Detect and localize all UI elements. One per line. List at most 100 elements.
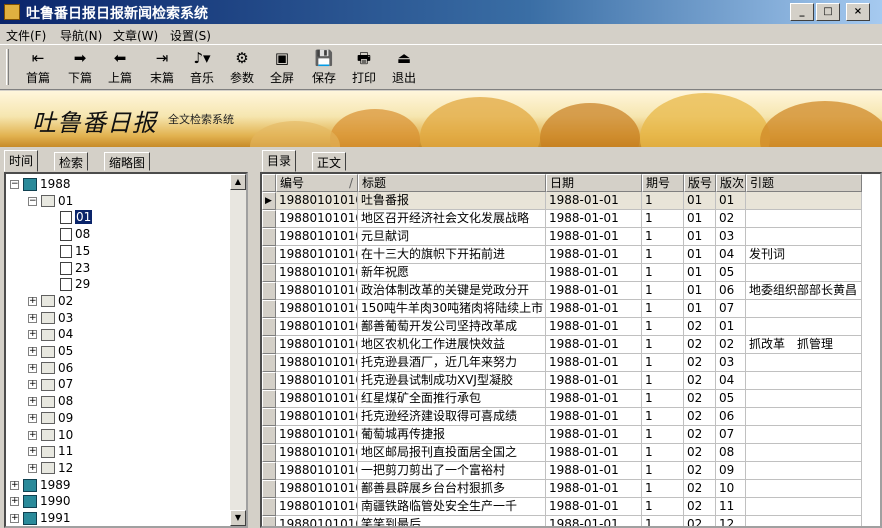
expand-icon[interactable]: + <box>28 447 37 457</box>
table-cell: 12 <box>716 516 746 526</box>
table-cell: 1 <box>642 192 684 210</box>
tree-node[interactable]: 29 <box>60 276 90 293</box>
scroll-down-button[interactable]: ▼ <box>230 510 246 526</box>
expand-icon[interactable]: + <box>28 313 37 323</box>
table-row[interactable]: 19880101010103元旦献词1988-01-0110103 <box>262 228 862 246</box>
tab-thumbnail[interactable]: 缩略图 <box>104 152 151 171</box>
table-row[interactable]: ▶19880101010101吐鲁番报1988-01-0110101 <box>262 192 862 210</box>
toolbar-grip[interactable] <box>6 49 9 85</box>
expand-icon[interactable]: + <box>28 330 37 340</box>
column-header[interactable]: 引题 <box>746 174 862 192</box>
table-row[interactable]: 19880101010205红星煤矿全面推行承包1988-01-0110205 <box>262 390 862 408</box>
tree-node[interactable]: +08 <box>28 393 73 410</box>
tree-node[interactable]: +02 <box>28 293 73 310</box>
expand-icon[interactable]: + <box>28 296 37 306</box>
tree-node[interactable]: +12 <box>28 460 73 477</box>
table-cell: 抓改革 抓管理 <box>746 336 862 354</box>
maximize-button[interactable]: □ <box>816 3 840 21</box>
tree-node[interactable]: 01 <box>60 209 93 226</box>
toolbar-label: 保存 <box>311 71 336 85</box>
table-row[interactable]: 19880101010106政治体制改革的关键是党政分开1988-01-0110… <box>262 282 862 300</box>
tree-node[interactable]: +10 <box>28 427 73 444</box>
tree-node[interactable]: +11 <box>28 443 73 460</box>
toolbar-button-0[interactable]: ⇤ 首篇 <box>18 47 58 89</box>
table-cell: 02 <box>684 390 716 408</box>
expand-icon[interactable]: + <box>28 413 37 423</box>
table-row[interactable]: 19880101010104在十三大的旗帜下开拓前进1988-01-011010… <box>262 246 862 264</box>
tree-node[interactable]: +1990 <box>10 493 71 510</box>
table-row[interactable]: 19880101010204托克逊县试制成功XVJ型凝胶1988-01-0110… <box>262 372 862 390</box>
tree-node[interactable]: +03 <box>28 310 73 327</box>
tree-node[interactable]: − 1988 <box>10 176 71 193</box>
column-header[interactable]: 日期 <box>546 174 642 192</box>
tab-contents[interactable]: 目录 <box>262 150 297 172</box>
expand-icon[interactable]: + <box>28 347 37 356</box>
table-cell: 03 <box>716 354 746 372</box>
table-row[interactable]: 19880101010210鄯善县辟展乡台台村狠抓多1988-01-011021… <box>262 480 862 498</box>
toolbar-button-2[interactable]: ⬅ 上篇 <box>100 47 140 89</box>
column-header[interactable]: 版号 <box>684 174 716 192</box>
table-row[interactable]: 19880101010208地区邮局报刊直投面居全国之1988-01-01102… <box>262 444 862 462</box>
table-row[interactable]: 19880101010209一把剪刀剪出了一个富裕村1988-01-011020… <box>262 462 862 480</box>
tree-node[interactable]: 08 <box>60 226 90 243</box>
expand-icon[interactable]: + <box>10 514 19 523</box>
tab-search[interactable]: 检索 <box>54 152 89 171</box>
table-row[interactable]: 19880101010107150吨牛羊肉30吨猪肉将陆续上市1988-01-0… <box>262 300 862 318</box>
tree-node[interactable]: +07 <box>28 376 73 393</box>
toolbar-button-6[interactable]: ▣ 全屏 <box>262 47 302 89</box>
tree-node[interactable]: 15 <box>60 243 90 260</box>
table-row[interactable]: 19880101010202地区农机化工作进展快效益1988-01-011020… <box>262 336 862 354</box>
title-bar: 吐鲁番日报日报新闻检索系统 _ □ × <box>0 0 882 24</box>
menu-settings[interactable]: 设置(S) <box>170 27 211 44</box>
table-row[interactable]: 19880101010201鄯善葡萄开发公司坚持改革成1988-01-01102… <box>262 318 862 336</box>
table-cell: 01 <box>684 264 716 282</box>
tree-node[interactable]: +1989 <box>10 477 71 494</box>
table-row[interactable]: 19880101010105新年祝愿1988-01-0110105 <box>262 264 862 282</box>
tree-node[interactable]: − 01 <box>28 193 73 210</box>
table-row[interactable]: 19880101010203托克逊县酒厂，近几年来努力1988-01-01102… <box>262 354 862 372</box>
collapse-icon[interactable]: − <box>28 196 37 206</box>
tree-scrollbar[interactable]: ▲ ▼ <box>230 174 246 526</box>
toolbar-button-4[interactable]: ♪▾ 音乐 <box>182 47 222 89</box>
expand-icon[interactable]: + <box>28 463 37 473</box>
toolbar-button-8[interactable]: 🖶 打印 <box>344 47 384 89</box>
expand-icon[interactable]: + <box>28 363 37 373</box>
tree-node[interactable]: +1991 <box>10 510 71 526</box>
expand-icon[interactable]: + <box>10 480 19 490</box>
collapse-icon[interactable]: − <box>10 180 19 189</box>
column-header[interactable]: 编号 / <box>276 174 358 192</box>
toolbar-button-5[interactable]: ⚙ 参数 <box>222 47 262 89</box>
column-header[interactable]: 标题 <box>358 174 546 192</box>
tree-node[interactable]: 23 <box>60 260 90 277</box>
tab-time[interactable]: 时间 <box>4 150 39 172</box>
table-row[interactable]: 19880101010207葡萄城再传捷报1988-01-0110207 <box>262 426 862 444</box>
tree-node[interactable]: +06 <box>28 360 73 377</box>
toolbar-button-7[interactable]: 💾 保存 <box>304 47 344 89</box>
toolbar-button-3[interactable]: ⇥ 末篇 <box>142 47 182 89</box>
minimize-button[interactable]: _ <box>790 3 814 21</box>
table-cell: 1988-01-01 <box>546 210 642 228</box>
table-cell: 1 <box>642 516 684 526</box>
table-cell: 01 <box>684 210 716 228</box>
expand-icon[interactable]: + <box>10 497 19 507</box>
scroll-up-button[interactable]: ▲ <box>230 174 246 190</box>
menu-navigate[interactable]: 导航(N) <box>60 27 102 44</box>
table-row[interactable]: 19880101010206托克逊经济建设取得可喜成绩1988-01-01102… <box>262 408 862 426</box>
toolbar-button-9[interactable]: ⏏ 退出 <box>384 47 424 89</box>
close-button[interactable]: × <box>846 3 870 21</box>
column-header[interactable]: 版次 <box>716 174 746 192</box>
toolbar-button-1[interactable]: ➡ 下篇 <box>60 47 100 89</box>
expand-icon[interactable]: + <box>28 397 37 407</box>
tab-fulltext[interactable]: 正文 <box>312 152 347 171</box>
expand-icon[interactable]: + <box>28 380 37 390</box>
menu-file[interactable]: 文件(F) <box>6 27 46 44</box>
table-row[interactable]: 19880101010212笑笑到最后1988-01-0110212 <box>262 516 862 526</box>
expand-icon[interactable]: + <box>28 430 37 440</box>
table-row[interactable]: 19880101010102地区召开经济社会文化发展战略1988-01-0110… <box>262 210 862 228</box>
menu-article[interactable]: 文章(W) <box>113 27 158 44</box>
table-row[interactable]: 19880101010211南疆铁路临管处安全生产一千1988-01-01102… <box>262 498 862 516</box>
tree-node[interactable]: +09 <box>28 410 73 427</box>
tree-node[interactable]: +04 <box>28 326 73 343</box>
column-header[interactable]: 期号 <box>642 174 684 192</box>
tree-node[interactable]: +05 <box>28 343 73 360</box>
